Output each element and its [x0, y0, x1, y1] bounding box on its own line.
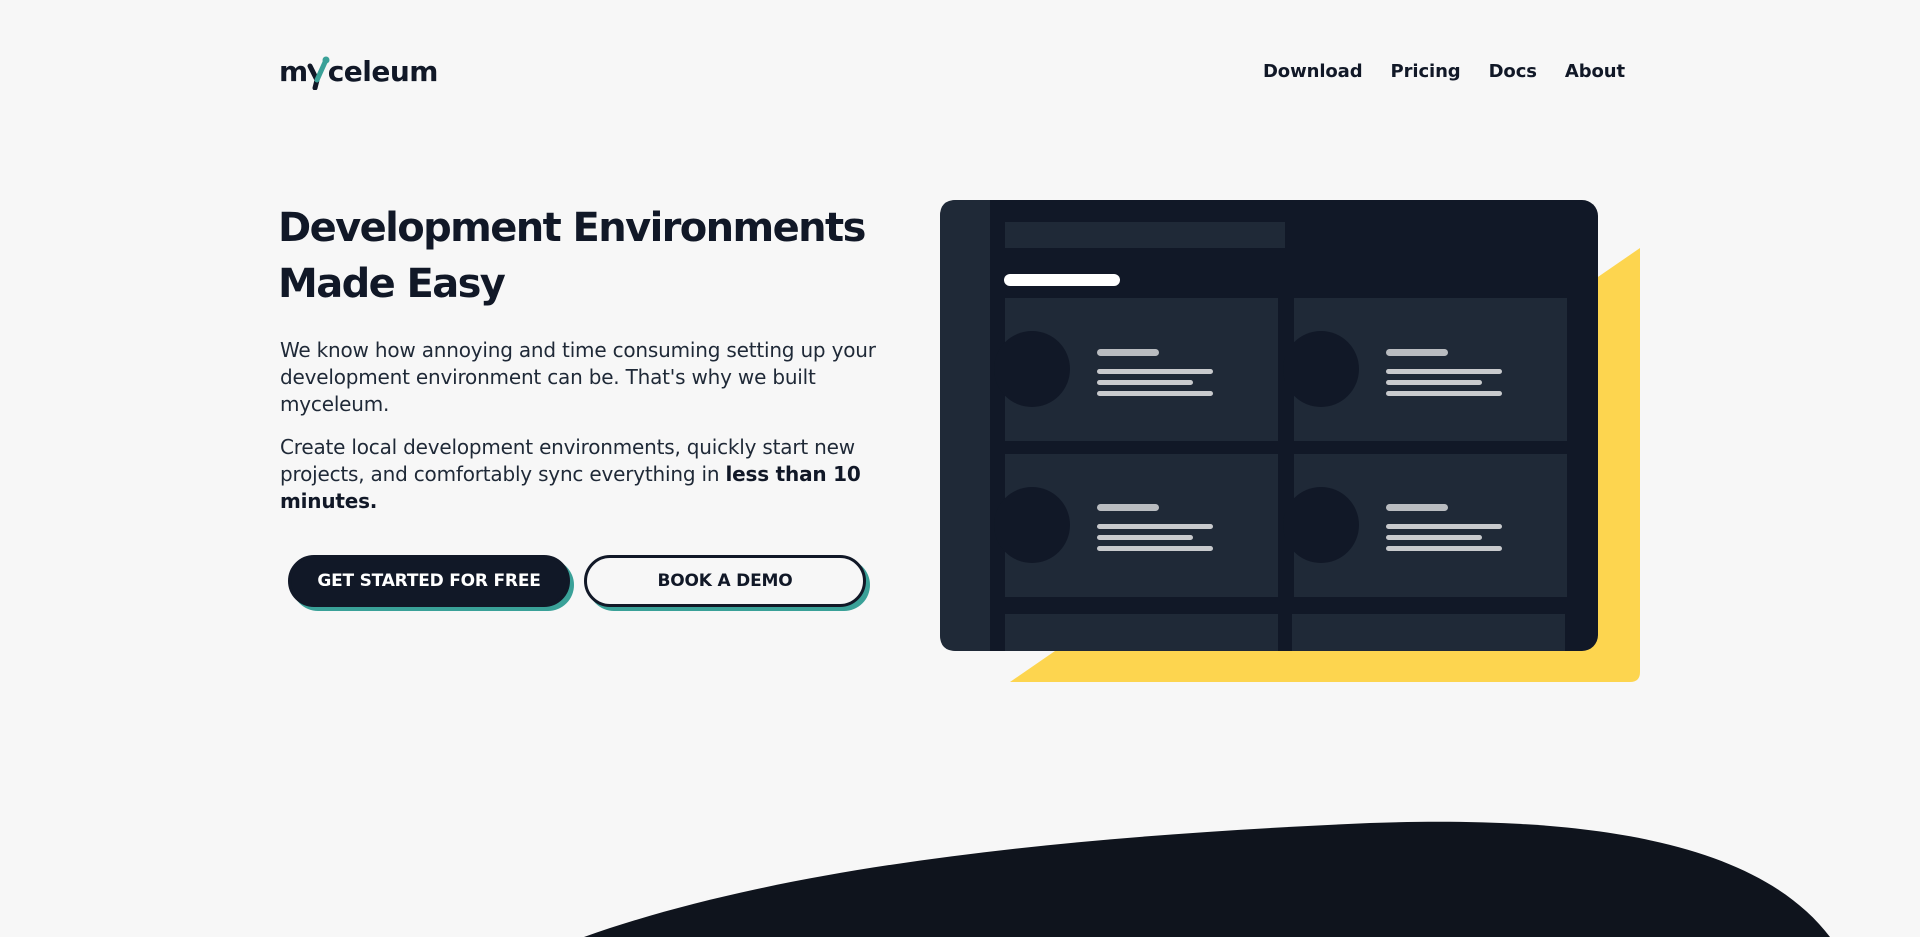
landing-page: m celeum Download Pricing Docs About Dev… [0, 0, 1920, 937]
bottom-wave-shape [584, 821, 1830, 937]
